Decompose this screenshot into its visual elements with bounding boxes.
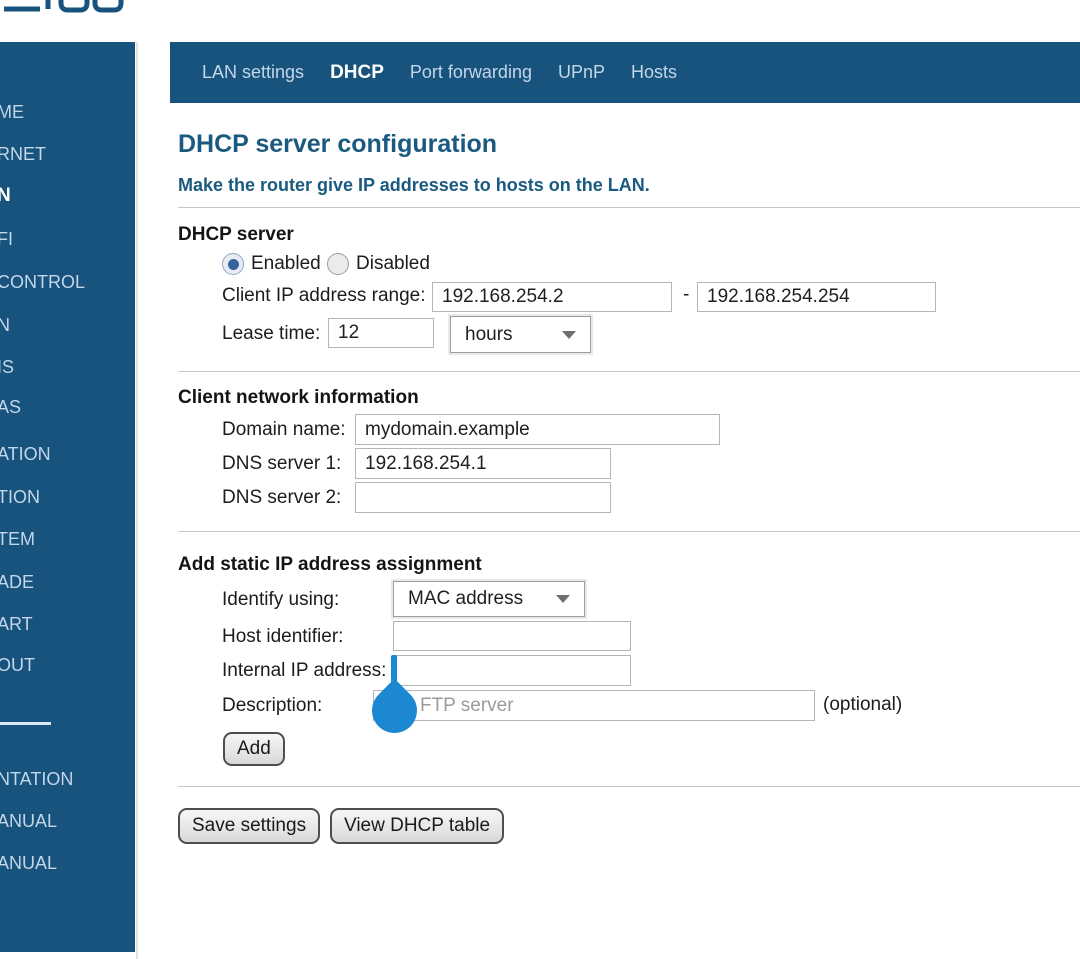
section-divider <box>178 207 1080 208</box>
section-tab-bar: LAN settings DHCP Port forwarding UPnP H… <box>170 42 1080 103</box>
sidebar-item-7[interactable]: AS <box>0 396 21 418</box>
ip-range-start-input[interactable] <box>432 282 672 312</box>
sidebar-item-4[interactable]: CONTROL <box>0 271 85 293</box>
sidebar-item-16[interactable]: ANUAL <box>0 852 57 874</box>
identify-using-label: Identify using: <box>222 589 340 610</box>
sidebar-item-active[interactable]: N <box>0 185 11 207</box>
tab-dhcp[interactable]: DHCP <box>330 62 384 84</box>
sidebar-item-9[interactable]: TION <box>0 486 40 508</box>
ip-range-separator: - <box>683 284 690 305</box>
sidebar-group-divider <box>0 722 51 725</box>
domain-name-label: Domain name: <box>222 419 346 440</box>
lease-unit-value: hours <box>465 323 513 345</box>
dns-server-2-label: DNS server 2: <box>222 487 342 508</box>
sidebar: ME RNET N FI CONTROL N IS AS ATION TION … <box>0 42 135 952</box>
section-divider <box>178 531 1080 532</box>
view-dhcp-table-button[interactable]: View DHCP table <box>330 808 505 844</box>
sidebar-item-0[interactable]: ME <box>0 101 24 123</box>
chevron-down-icon <box>562 330 576 339</box>
enabled-radio-label[interactable]: Enabled <box>251 253 321 275</box>
tab-lan-settings[interactable]: LAN settings <box>202 62 304 83</box>
client-network-heading: Client network information <box>178 387 419 408</box>
lease-unit-select[interactable]: hours <box>450 316 591 353</box>
sidebar-item-3[interactable]: FI <box>0 228 13 250</box>
sidebar-item-6[interactable]: IS <box>0 356 14 378</box>
tab-upnp[interactable]: UPnP <box>558 62 605 83</box>
save-settings-button[interactable]: Save settings <box>178 808 321 844</box>
sidebar-item-1[interactable]: RNET <box>0 143 46 165</box>
chevron-down-icon <box>556 595 570 603</box>
router-admin-screen: ME RNET N FI CONTROL N IS AS ATION TION … <box>0 0 1080 959</box>
description-label: Description: <box>222 695 323 716</box>
static-ip-heading: Add static IP address assignment <box>178 554 482 575</box>
host-identifier-input[interactable] <box>393 621 631 651</box>
dns-server-1-label: DNS server 1: <box>222 453 342 474</box>
section-divider <box>178 786 1080 787</box>
sidebar-item-10[interactable]: TEM <box>0 528 35 550</box>
sidebar-item-14[interactable]: NTATION <box>0 768 73 790</box>
internal-ip-input[interactable] <box>393 655 631 686</box>
enabled-radio[interactable] <box>222 253 244 275</box>
internal-ip-label: Internal IP address: <box>222 660 387 681</box>
sidebar-edge-line <box>136 42 138 959</box>
sidebar-item-8[interactable]: ATION <box>0 443 51 465</box>
identify-using-select[interactable]: MAC address <box>393 581 585 617</box>
dns-server-1-input[interactable] <box>355 448 611 479</box>
host-identifier-label: Host identifier: <box>222 626 344 647</box>
radio-selected-dot <box>227 258 239 270</box>
ip-range-end-input[interactable] <box>697 282 936 312</box>
disabled-radio[interactable] <box>327 253 349 275</box>
add-button[interactable]: Add <box>223 732 285 766</box>
dhcp-server-heading: DHCP server <box>178 224 294 245</box>
tab-port-forwarding[interactable]: Port forwarding <box>410 62 532 83</box>
page-title: DHCP server configuration <box>178 130 498 158</box>
lease-time-input[interactable] <box>328 318 434 348</box>
brand-logo[interactable] <box>2 0 132 14</box>
tab-hosts[interactable]: Hosts <box>631 62 677 83</box>
optional-note: (optional) <box>823 694 903 715</box>
lease-time-label: Lease time: <box>222 323 321 344</box>
description-input[interactable] <box>373 690 815 721</box>
brand-logo-glyphs <box>4 0 124 13</box>
sidebar-item-15[interactable]: ANUAL <box>0 810 57 832</box>
sidebar-item-12[interactable]: ART <box>0 613 33 635</box>
domain-name-input[interactable] <box>355 414 720 445</box>
client-ip-range-label: Client IP address range: <box>222 285 426 306</box>
disabled-radio-label[interactable]: Disabled <box>356 253 430 275</box>
sidebar-item-11[interactable]: ADE <box>0 571 34 593</box>
sidebar-item-5[interactable]: N <box>0 314 10 336</box>
identify-using-value: MAC address <box>408 588 524 609</box>
sidebar-item-13[interactable]: OUT <box>0 654 35 676</box>
dns-server-2-input[interactable] <box>355 482 611 513</box>
text-cursor-handle[interactable] <box>362 678 427 743</box>
page-subtitle: Make the router give IP addresses to hos… <box>178 175 650 195</box>
section-divider <box>178 371 1080 372</box>
